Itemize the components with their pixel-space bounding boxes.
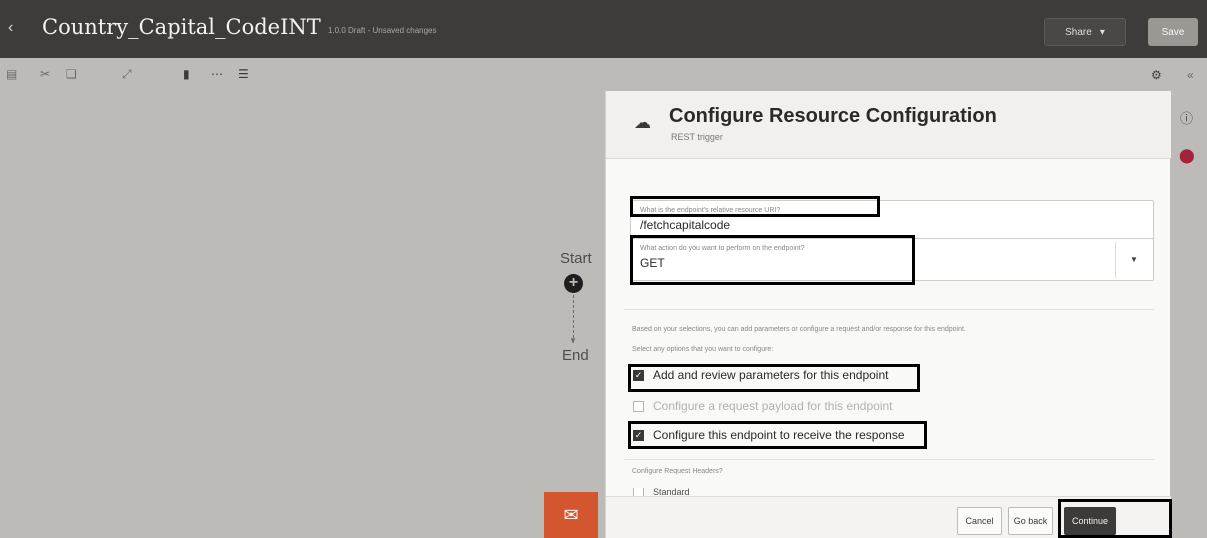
save-button[interactable]: Save <box>1148 18 1198 46</box>
start-node-add-icon[interactable]: + <box>564 274 583 293</box>
start-label: Start <box>560 250 592 267</box>
horizontal-layout-icon[interactable]: ⋯ <box>211 67 223 81</box>
vertical-layout-icon[interactable]: ▮ <box>183 67 190 81</box>
collapse-icon[interactable]: « <box>1187 68 1194 82</box>
chat-icon[interactable]: ✉ <box>544 492 598 538</box>
options-description: Based on your selections, you can add pa… <box>632 326 966 333</box>
chevron-down-icon: ▾ <box>1099 26 1105 38</box>
section-divider <box>624 459 1154 460</box>
drawer-header: ☁ Configure Resource Configuration REST … <box>606 91 1171 159</box>
drawer-subtitle: REST trigger <box>671 132 723 142</box>
option-label: Configure a request payload for this end… <box>653 399 893 413</box>
checkbox-unchecked-icon[interactable] <box>633 488 644 496</box>
canvas-toolbar: ▤ ✂ ❏ ⤢ ▮ ⋯ ☰ ⚙ « <box>0 58 1207 91</box>
endpoint-action-label: What action do you want to perform on th… <box>640 245 805 252</box>
request-headers-label: Configure Request Headers? <box>632 468 723 475</box>
share-button[interactable]: Share ▾ <box>1044 18 1126 46</box>
option-receive-response[interactable]: ✓ Configure this endpoint to receive the… <box>633 428 905 442</box>
checkbox-unchecked-icon[interactable] <box>633 400 644 412</box>
share-label: Share <box>1065 26 1092 38</box>
option-request-payload[interactable]: Configure a request payload for this end… <box>633 399 893 413</box>
chevron-down-icon[interactable]: ▼ <box>1130 255 1138 264</box>
checkbox-checked-icon[interactable]: ✓ <box>633 429 644 441</box>
options-prompt: Select any options that you want to conf… <box>632 346 774 353</box>
drawer-footer: Cancel Go back Continue <box>606 496 1171 538</box>
draft-status: 1.0.0 Draft - Unsaved changes <box>328 26 437 35</box>
section-divider <box>624 309 1154 310</box>
option-label: Add and review parameters for this endpo… <box>653 368 889 382</box>
end-label: End <box>562 347 589 364</box>
integration-title: Country_Capital_CodeINT <box>42 15 321 39</box>
rest-trigger-icon: ☁ <box>634 113 651 132</box>
info-icon[interactable]: ⓘ <box>1180 108 1193 127</box>
resource-uri-label: What is the endpoint's relative resource… <box>640 207 781 214</box>
option-standard-headers[interactable]: Standard <box>633 488 690 496</box>
option-label: Configure this endpoint to receive the r… <box>653 428 905 442</box>
continue-button[interactable]: Continue <box>1064 507 1116 535</box>
select-divider <box>1115 242 1116 278</box>
option-label: Standard <box>653 488 690 496</box>
endpoint-action-select[interactable]: What action do you want to perform on th… <box>630 238 1154 281</box>
copy-icon[interactable]: ❏ <box>66 67 77 81</box>
resource-uri-field[interactable]: What is the endpoint's relative resource… <box>630 200 1154 242</box>
option-add-parameters[interactable]: ✓ Add and review parameters for this end… <box>633 368 888 382</box>
cancel-button[interactable]: Cancel <box>957 507 1002 535</box>
checkbox-checked-icon[interactable]: ✓ <box>633 369 644 381</box>
chevron-left-icon[interactable]: ‹ <box>8 19 13 37</box>
expand-icon[interactable]: ⤢ <box>122 67 132 81</box>
settings-icon[interactable]: ⚙ <box>1151 68 1162 82</box>
drawer-title: Configure Resource Configuration <box>669 105 997 127</box>
pancake-layout-icon[interactable]: ☰ <box>238 67 249 81</box>
app-header: ‹ Country_Capital_CodeINT 1.0.0 Draft - … <box>0 0 1207 58</box>
right-rail: ⓘ ⬤ <box>1170 91 1207 538</box>
endpoint-action-value: GET <box>640 256 665 270</box>
arrow-down-icon: ▼ <box>569 336 577 345</box>
issues-icon[interactable]: ⬤ <box>1179 147 1195 164</box>
configure-resource-drawer: ☁ Configure Resource Configuration REST … <box>605 91 1171 538</box>
cut-icon[interactable]: ✂ <box>40 67 50 81</box>
go-back-button[interactable]: Go back <box>1008 507 1053 535</box>
resource-uri-value: /fetchcapitalcode <box>640 218 731 232</box>
connect-icon[interactable]: ▤ <box>6 67 17 81</box>
